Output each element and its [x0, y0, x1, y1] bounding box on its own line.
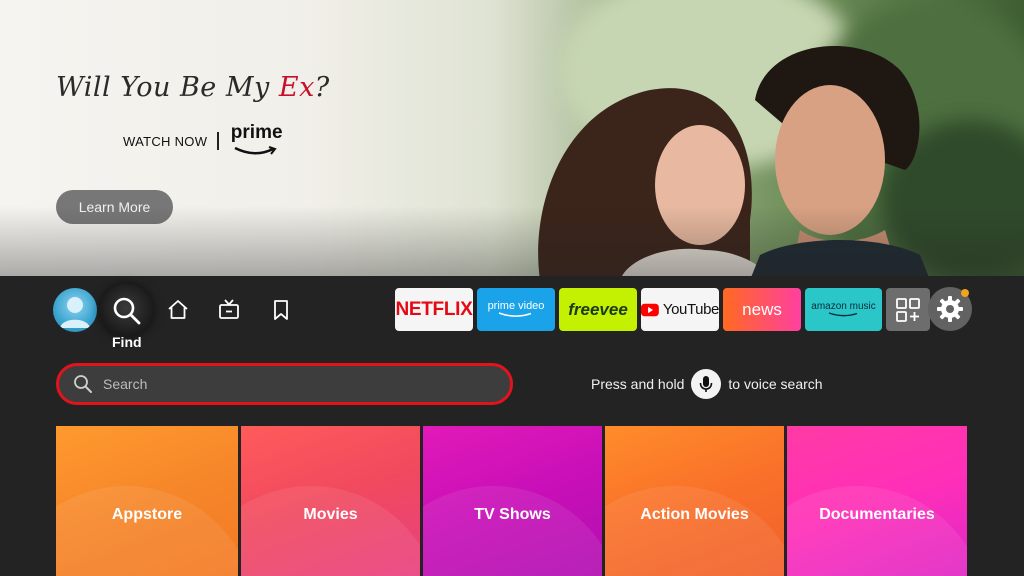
youtube-label: YouTube [662, 301, 720, 318]
voice-hint-prefix: Press and hold [591, 376, 685, 392]
youtube-play-icon [641, 303, 659, 316]
tile-label: TV Shows [474, 506, 551, 523]
watch-now-row: WATCH NOW prime [123, 122, 283, 158]
prime-video-label: prime video [487, 300, 545, 312]
voice-hint-suffix: to voice search [728, 376, 823, 392]
search-icon [74, 375, 92, 393]
find-label: Find [112, 334, 142, 350]
bookmark-icon [274, 300, 288, 320]
watch-now-label: WATCH NOW [123, 133, 208, 149]
amazon-music-label: amazon music [811, 301, 876, 312]
microphone-badge [691, 369, 722, 399]
search-input[interactable]: Search [56, 363, 513, 405]
search-placeholder: Search [103, 376, 148, 392]
watchlist-button[interactable] [266, 295, 296, 325]
tile-documentaries[interactable]: Documentaries [787, 426, 967, 576]
learn-more-button[interactable]: Learn More [56, 190, 173, 224]
netflix-app[interactable]: NETFLIX [395, 288, 473, 331]
voice-search-hint: Press and hold to voice search [591, 369, 823, 399]
profile-avatar[interactable] [53, 288, 97, 332]
live-tv-button[interactable] [214, 295, 244, 325]
freevee-app[interactable]: freevee [559, 288, 637, 331]
app-row: NETFLIX prime video freevee YouTube news… [395, 288, 930, 331]
gear-icon [937, 296, 963, 322]
notification-dot [961, 289, 969, 297]
all-apps-button[interactable] [886, 288, 930, 331]
top-nav: Find NETFLIX prime video freevee YouTube… [0, 276, 1024, 356]
home-icon [168, 300, 188, 319]
profile-icon [60, 297, 90, 328]
amazon-music-app[interactable]: amazon music [805, 288, 882, 331]
amazon-smile-icon [828, 312, 857, 317]
prime-wordmark: prime [230, 122, 283, 143]
tv-icon [219, 299, 239, 319]
divider [217, 132, 219, 150]
hero-couple-image [538, 45, 929, 276]
tile-movies[interactable]: Movies [241, 426, 420, 576]
tile-appstore[interactable]: Appstore [56, 426, 238, 576]
microphone-icon [700, 376, 713, 392]
search-icon [113, 297, 140, 324]
hero-title: Will You Be My Ex? [56, 72, 330, 103]
prime-video-app[interactable]: prime video [477, 288, 555, 331]
prime-logo: prime [229, 122, 283, 158]
apps-grid-icon [896, 297, 920, 322]
tile-action-movies[interactable]: Action Movies [605, 426, 784, 576]
tile-label: Action Movies [640, 506, 749, 523]
hero-banner[interactable]: Will You Be My Ex? WATCH NOW prime Learn… [0, 0, 1024, 276]
tile-label: Documentaries [819, 506, 935, 523]
news-app[interactable]: news [723, 288, 801, 331]
find-button[interactable] [100, 284, 153, 337]
tile-label: Movies [303, 506, 358, 523]
home-button[interactable] [163, 295, 193, 325]
category-tiles: Appstore Movies TV Shows Action Movies D… [56, 426, 967, 576]
tile-label: Appstore [111, 506, 183, 523]
prime-smile-icon [234, 146, 277, 155]
tile-tv-shows[interactable]: TV Shows [423, 426, 602, 576]
youtube-app[interactable]: YouTube [641, 288, 719, 331]
prime-video-smile-icon [498, 312, 532, 317]
